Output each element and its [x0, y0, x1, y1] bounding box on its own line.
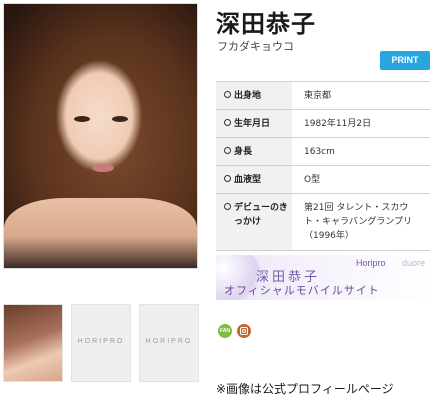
horipro-logo: HORIPRO [145, 338, 193, 345]
banner-duore-logo: duore [402, 258, 426, 268]
profile-row-birthdate: 生年月日 1982年11月2日 [216, 110, 430, 138]
row-value: 第21回 タレント・スカウト・キャラバングランプリ（1996年） [304, 203, 413, 241]
profile-row-blood-type: 血液型 O型 [216, 166, 430, 194]
circle-bullet-icon [224, 175, 231, 182]
circle-bullet-icon [224, 119, 231, 126]
gallery-thumb-3[interactable]: HORIPRO [139, 304, 199, 382]
row-key: デビューのきっかけ [234, 203, 288, 227]
mobile-site-banner[interactable]: Horipro duore 深田恭子 オフィシャルモバイルサイト [216, 255, 430, 300]
banner-subtitle: オフィシャルモバイルサイト [224, 284, 380, 297]
fan-club-icon[interactable]: FAN [218, 324, 232, 338]
photo-shoulder [4, 198, 197, 268]
photo-eye-right [112, 116, 128, 122]
row-key: 出身地 [234, 91, 262, 101]
circle-bullet-icon [224, 147, 231, 154]
banner-horipro-logo: Horipro [356, 258, 386, 268]
photo-lips [92, 164, 114, 172]
row-key: 生年月日 [234, 119, 271, 129]
instagram-icon[interactable] [237, 324, 251, 338]
gallery-thumb-1[interactable] [3, 304, 63, 382]
print-button[interactable]: PRINT [380, 51, 430, 70]
profile-row-height: 身長 163cm [216, 138, 430, 166]
profile-row-birthplace: 出身地 東京都 [216, 82, 430, 110]
profile-name-kana: フカダキョウコ [217, 40, 294, 53]
profile-table: 出身地 東京都 生年月日 1982年11月2日 身長 163cm 血液型 O型 … [216, 81, 430, 251]
row-value: 163cm [304, 147, 335, 157]
circle-bullet-icon [224, 203, 231, 210]
profile-row-debut: デビューのきっかけ 第21回 タレント・スカウト・キャラバングランプリ（1996… [216, 194, 430, 251]
row-value: O型 [304, 175, 321, 185]
row-key: 血液型 [234, 175, 262, 185]
profile-name: 深田恭子 [216, 10, 316, 38]
photo-eye-left [74, 116, 90, 122]
gallery-thumb-2[interactable]: HORIPRO [71, 304, 131, 382]
row-key: 身長 [234, 147, 253, 157]
horipro-logo: HORIPRO [77, 338, 125, 345]
image-source-caption: ※画像は公式プロフィールページ [216, 382, 394, 396]
row-value: 東京都 [304, 91, 332, 101]
profile-photo [3, 3, 198, 269]
circle-bullet-icon [224, 91, 231, 98]
row-value: 1982年11月2日 [304, 119, 372, 129]
